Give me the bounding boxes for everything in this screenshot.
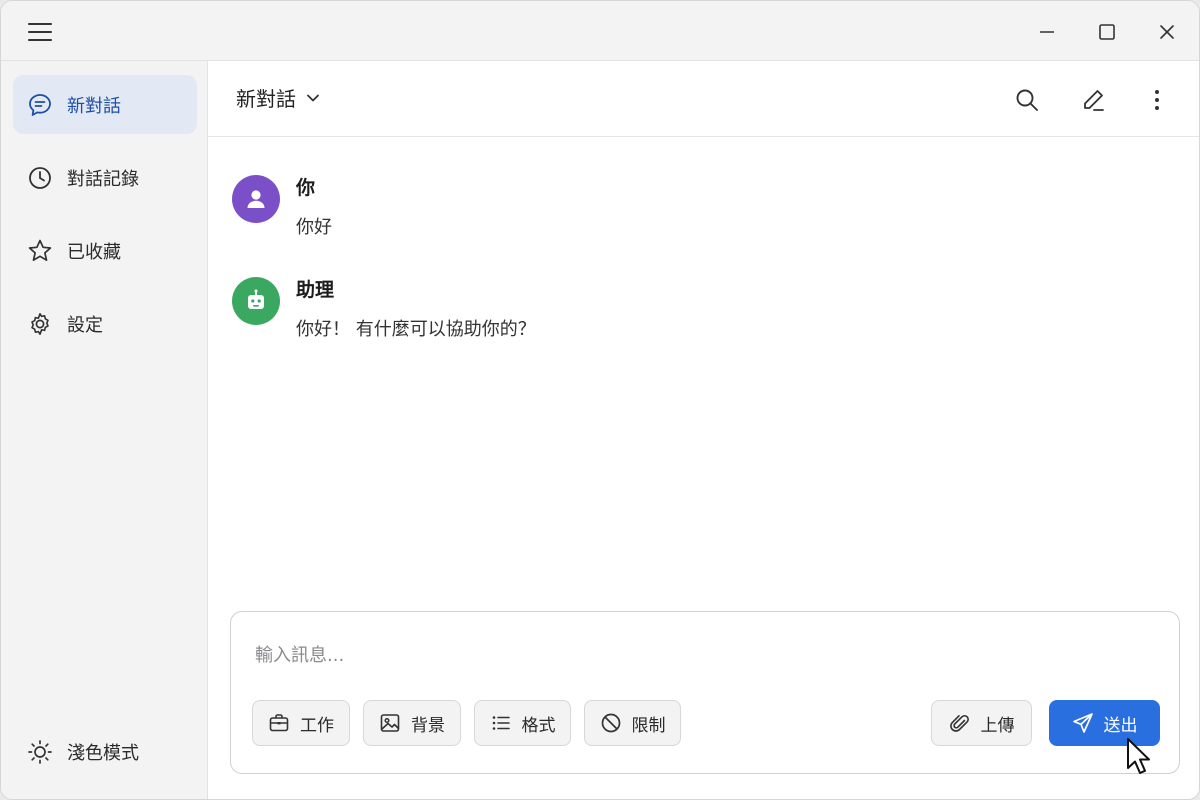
search-icon[interactable] <box>1010 83 1044 117</box>
sidebar-item-history[interactable]: 對話記錄 <box>13 148 197 207</box>
theme-toggle-label: 淺色模式 <box>67 743 139 764</box>
sidebar-item-new-chat[interactable]: 新對話 <box>13 75 197 134</box>
sidebar-item-settings[interactable]: 設定 <box>13 294 197 353</box>
conversation-title-dropdown[interactable]: 新對話 <box>236 83 322 112</box>
message-composer: 工作 背景 格式 限制 <box>230 611 1180 774</box>
app-window: 新對話 對話記錄 已收藏 設定 淺色模式 新對話 你 你好 助理 你好！ 有什麼… <box>0 0 1200 800</box>
star-icon <box>27 238 53 264</box>
minimize-icon[interactable] <box>1031 16 1063 48</box>
pencil-icon[interactable] <box>1076 83 1110 117</box>
prompt-chip-limit[interactable]: 限制 <box>584 700 681 746</box>
chevron-down-icon <box>304 89 322 107</box>
chip-label: 背景 <box>411 715 445 736</box>
block-icon <box>600 712 622 734</box>
chip-label: 工作 <box>300 715 334 736</box>
list-icon <box>490 712 512 734</box>
chat-header: 新對話 <box>208 61 1199 137</box>
chip-label: 限制 <box>631 715 666 736</box>
clock-icon <box>27 165 53 191</box>
robot-icon <box>243 288 269 314</box>
hamburger-icon[interactable] <box>23 17 57 47</box>
sidebar-item-label: 對話記錄 <box>67 168 139 190</box>
send-label: 送出 <box>1103 715 1138 736</box>
message-text: 你好 <box>296 217 332 238</box>
avatar <box>232 175 280 223</box>
briefcase-icon <box>268 712 290 734</box>
upload-button[interactable]: 上傳 <box>931 700 1032 746</box>
maximize-icon[interactable] <box>1091 16 1123 48</box>
sidebar: 新對話 對話記錄 已收藏 設定 淺色模式 <box>1 61 208 799</box>
message-input[interactable] <box>255 640 1135 670</box>
prompt-chip-background[interactable]: 背景 <box>363 700 461 746</box>
chat-bubble-icon <box>27 92 53 118</box>
theme-toggle[interactable]: 淺色模式 <box>27 737 139 767</box>
gear-icon <box>27 311 53 337</box>
paperclip-icon <box>949 712 971 734</box>
prompt-chip-work[interactable]: 工作 <box>252 700 350 746</box>
message-text: 你好！ 有什麼可以協助你的？ <box>296 319 536 340</box>
send-icon <box>1072 712 1094 734</box>
sidebar-item-label: 設定 <box>67 314 103 336</box>
prompt-chip-format[interactable]: 格式 <box>474 700 571 746</box>
title-bar <box>1 1 1199 61</box>
avatar <box>232 277 280 325</box>
close-icon[interactable] <box>1151 16 1183 48</box>
page-title: 新對話 <box>236 87 296 111</box>
mouse-cursor-icon <box>1125 737 1155 777</box>
more-vertical-icon[interactable] <box>1140 83 1174 117</box>
user-icon <box>244 187 268 211</box>
chat-main: 新對話 你 你好 助理 你好！ 有什麼可以協助你的？ 輸入訊息... 工作 背景… <box>208 61 1199 799</box>
message-sender: 你 <box>296 177 316 199</box>
sidebar-item-favorites[interactable]: 已收藏 <box>13 221 197 280</box>
image-icon <box>379 712 401 734</box>
sidebar-item-label: 新對話 <box>67 95 121 117</box>
message-sender: 助理 <box>296 279 335 301</box>
chip-label: 格式 <box>521 715 556 736</box>
sun-icon <box>27 739 53 765</box>
sidebar-item-label: 已收藏 <box>67 241 121 263</box>
upload-label: 上傳 <box>980 715 1015 736</box>
